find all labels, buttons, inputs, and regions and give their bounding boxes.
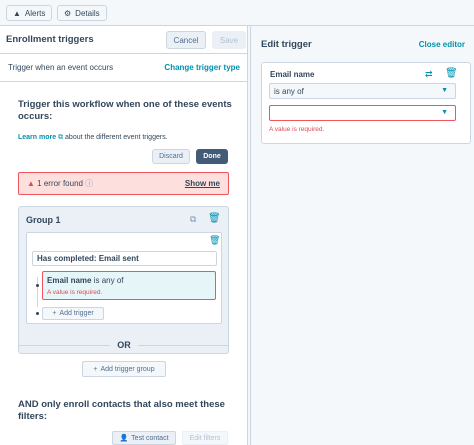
learn-more-rest: about the different event triggers. bbox=[65, 134, 168, 141]
caret-down-icon: ▼ bbox=[441, 87, 448, 94]
connector-dot bbox=[36, 284, 39, 287]
filter-operator: is any of bbox=[93, 276, 124, 285]
top-bar: ▲ Alerts ⚙ Details bbox=[0, 0, 474, 26]
add-trigger-button[interactable]: + Add trigger bbox=[42, 307, 104, 320]
details-button[interactable]: ⚙ Details bbox=[57, 5, 107, 21]
trigger-group: Group 1 ⧉ 🗑 🗑 Has completed: Email sent … bbox=[18, 206, 229, 354]
and-filters-heading-line2: filters: bbox=[18, 411, 48, 422]
value-error: A value is required. bbox=[269, 126, 325, 133]
connector-line bbox=[37, 277, 38, 307]
filter-property: Email name bbox=[47, 276, 92, 285]
trash-icon[interactable]: 🗑 bbox=[445, 68, 458, 79]
operator-select[interactable]: is any of ▼ bbox=[269, 83, 456, 99]
trigger-type-row: Trigger when an event occurs Change trig… bbox=[0, 54, 248, 82]
warning-icon: ▲ bbox=[13, 8, 21, 18]
learn-more-text: Learn more ⧉ about the different event t… bbox=[18, 134, 168, 142]
plus-icon: + bbox=[93, 365, 98, 373]
test-contact-button[interactable]: 👤 Test contact bbox=[112, 431, 176, 445]
change-trigger-type-link[interactable]: Change trigger type bbox=[164, 63, 240, 72]
trigger-heading-line2: occurs: bbox=[18, 111, 53, 122]
info-icon: ⓘ bbox=[85, 179, 94, 188]
close-editor-link[interactable]: Close editor bbox=[419, 40, 465, 49]
person-icon: 👤 bbox=[119, 435, 129, 442]
alerts-button[interactable]: ▲ Alerts bbox=[6, 5, 53, 21]
email-name-filter[interactable]: Email name is any of A value is required… bbox=[42, 271, 216, 300]
value-select[interactable]: ▼ bbox=[269, 105, 456, 121]
property-label: Email name bbox=[270, 70, 315, 79]
test-contact-label: Test contact bbox=[131, 434, 169, 442]
show-me-link[interactable]: Show me bbox=[185, 179, 220, 188]
or-divider-left bbox=[18, 345, 110, 346]
alerts-label: Alerts bbox=[24, 8, 46, 18]
error-count: ▲ 1 error found ⓘ bbox=[27, 178, 93, 189]
save-button[interactable]: Save bbox=[212, 31, 246, 49]
trigger-card: 🗑 Has completed: Email sent Email name i… bbox=[26, 232, 222, 324]
plus-icon: + bbox=[52, 310, 57, 317]
external-link-icon: ⧉ bbox=[58, 134, 64, 141]
filter-text: Email name is any of bbox=[47, 276, 124, 285]
edit-filters-button[interactable]: Edit filters bbox=[182, 431, 228, 445]
warning-icon: ▲ bbox=[27, 179, 35, 188]
trigger-filter-card: Email name ⇄ 🗑 is any of ▼ ▼ A value is … bbox=[261, 62, 471, 144]
details-label: Details bbox=[75, 8, 100, 18]
add-trigger-group-label: Add trigger group bbox=[100, 365, 155, 373]
has-completed-trigger[interactable]: Has completed: Email sent bbox=[32, 251, 217, 266]
discard-button[interactable]: Discard bbox=[152, 149, 190, 164]
filter-error: A value is required. bbox=[47, 289, 103, 296]
operator-value: is any of bbox=[274, 86, 304, 96]
done-button[interactable]: Done bbox=[196, 149, 228, 164]
panel-title: Enrollment triggers bbox=[6, 34, 94, 45]
cancel-button[interactable]: Cancel bbox=[166, 31, 206, 49]
add-trigger-label: Add trigger bbox=[59, 310, 94, 317]
trash-icon[interactable]: 🗑 bbox=[208, 213, 221, 224]
swap-icon[interactable]: ⇄ bbox=[425, 69, 433, 80]
learn-more-link[interactable]: Learn more bbox=[18, 134, 56, 141]
trigger-type-text: Trigger when an event occurs bbox=[8, 63, 114, 72]
edit-trigger-header: Edit trigger Close editor bbox=[251, 26, 474, 62]
edit-trigger-panel: Edit trigger Close editor Email name ⇄ 🗑… bbox=[250, 26, 474, 445]
copy-icon[interactable]: ⧉ bbox=[190, 214, 196, 225]
caret-down-icon: ▼ bbox=[441, 109, 448, 116]
gear-icon: ⚙ bbox=[64, 8, 72, 18]
panel-header: Enrollment triggers bbox=[0, 26, 247, 54]
and-filters-heading-line1: AND only enroll contacts that also meet … bbox=[18, 399, 225, 410]
group-title: Group 1 bbox=[26, 215, 61, 225]
edit-trigger-title: Edit trigger bbox=[261, 38, 312, 50]
connector-dot bbox=[36, 312, 39, 315]
error-count-text: 1 error found bbox=[37, 179, 83, 188]
trash-icon[interactable]: 🗑 bbox=[209, 235, 220, 246]
add-trigger-group-button[interactable]: + Add trigger group bbox=[82, 361, 166, 377]
or-text: OR bbox=[117, 340, 131, 350]
or-divider-right bbox=[138, 345, 229, 346]
trigger-heading-line1: Trigger this workflow when one of these … bbox=[18, 99, 232, 110]
error-banner: ▲ 1 error found ⓘ Show me bbox=[18, 172, 229, 195]
